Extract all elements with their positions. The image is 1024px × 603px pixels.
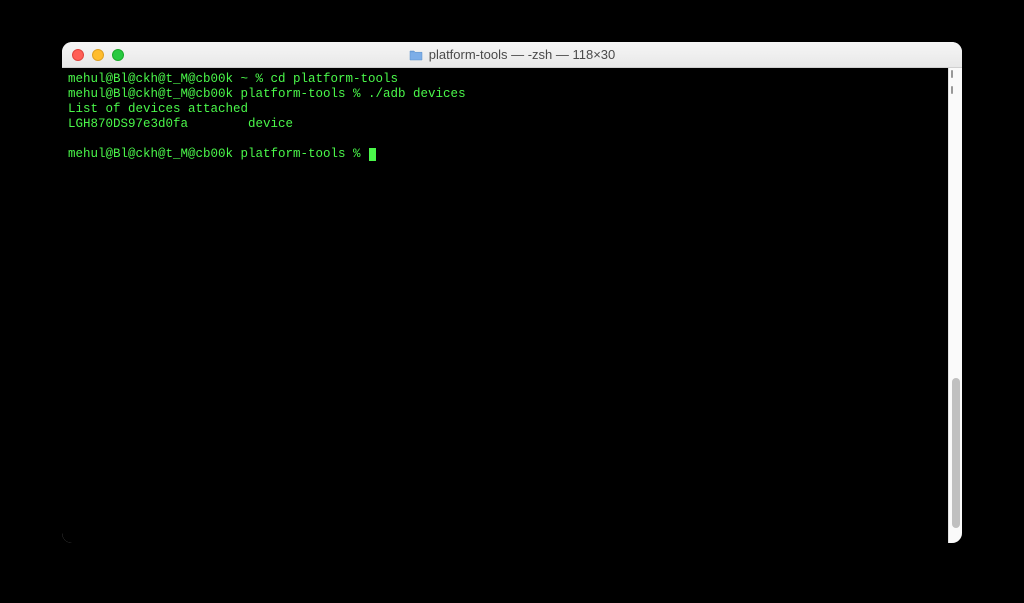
blank-line bbox=[68, 132, 942, 147]
terminal-content[interactable]: mehul@Bl@ckh@t_M@cb00k ~ % cd platform-t… bbox=[68, 72, 942, 162]
minimize-button[interactable] bbox=[92, 49, 104, 61]
close-button[interactable] bbox=[72, 49, 84, 61]
terminal-line: mehul@Bl@ckh@t_M@cb00k platform-tools % … bbox=[68, 87, 942, 102]
terminal-line: mehul@Bl@ckh@t_M@cb00k ~ % cd platform-t… bbox=[68, 72, 942, 87]
folder-icon bbox=[409, 49, 423, 61]
scrollbar-track[interactable] bbox=[948, 68, 962, 543]
terminal-line: LGH870DS97e3d0fa device bbox=[68, 117, 942, 132]
terminal-prompt-line: mehul@Bl@ckh@t_M@cb00k platform-tools % bbox=[68, 147, 942, 162]
window-title-area: platform-tools — -zsh — 118×30 bbox=[62, 47, 962, 62]
line-marker bbox=[951, 86, 953, 94]
cursor bbox=[369, 148, 376, 161]
window-title: platform-tools — -zsh — 118×30 bbox=[429, 47, 616, 62]
terminal-window: platform-tools — -zsh — 118×30 mehul@Bl@… bbox=[62, 42, 962, 543]
prompt-text: mehul@Bl@ckh@t_M@cb00k platform-tools % bbox=[68, 147, 368, 161]
terminal-body[interactable]: mehul@Bl@ckh@t_M@cb00k ~ % cd platform-t… bbox=[62, 68, 962, 543]
maximize-button[interactable] bbox=[112, 49, 124, 61]
titlebar[interactable]: platform-tools — -zsh — 118×30 bbox=[62, 42, 962, 68]
traffic-lights bbox=[72, 49, 124, 61]
line-marker bbox=[951, 70, 953, 78]
scrollbar-thumb[interactable] bbox=[952, 378, 960, 528]
terminal-line: List of devices attached bbox=[68, 102, 942, 117]
